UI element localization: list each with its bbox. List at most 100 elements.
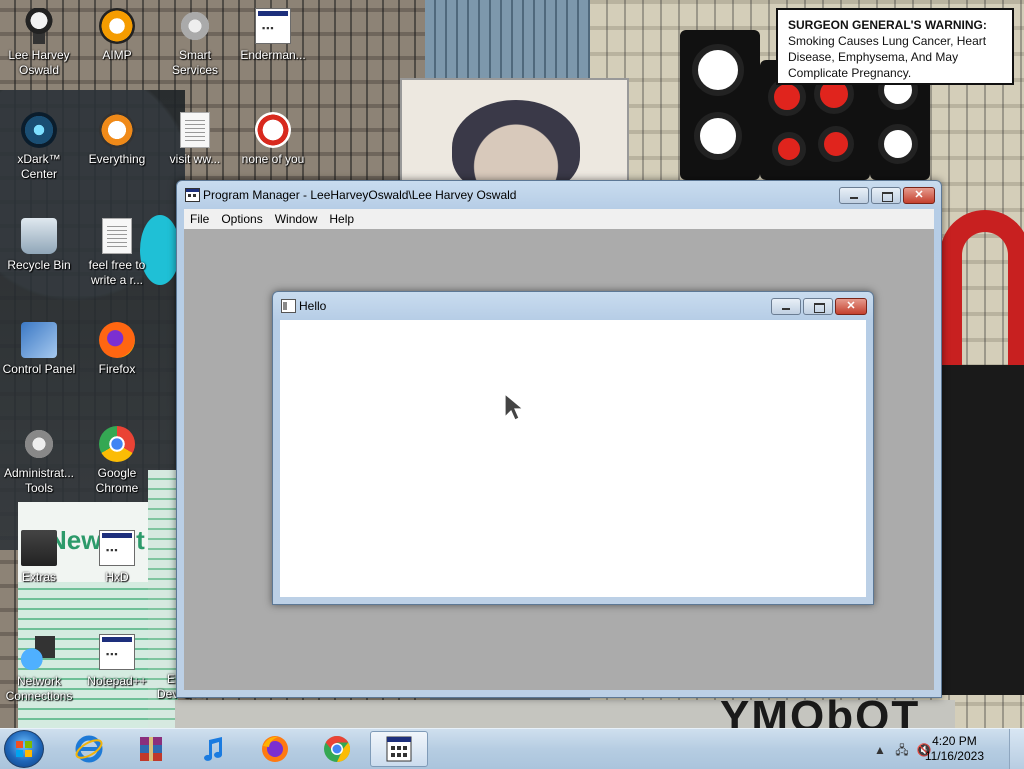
minimize-button[interactable] xyxy=(771,298,801,315)
desktop-icon-smart-services[interactable]: Smart Services xyxy=(156,8,234,78)
admin-tools-icon xyxy=(21,426,57,462)
desktop-icon-label: feel free to write a r... xyxy=(88,258,146,287)
desktop-icon-none-of-you[interactable]: none of you xyxy=(234,112,312,167)
taskbar-winrar[interactable] xyxy=(122,731,180,767)
desktop-icon-control-panel[interactable]: Control Panel xyxy=(0,322,78,377)
folder-icon xyxy=(21,530,57,566)
desktop-icon-label: HxD xyxy=(105,570,129,584)
chrome-icon xyxy=(99,426,135,462)
firefox-icon xyxy=(262,736,288,762)
wallpaper-speaker xyxy=(680,30,760,180)
minimize-button[interactable] xyxy=(839,187,869,204)
desktop-icon-label: Everything xyxy=(88,152,146,166)
start-button[interactable] xyxy=(4,730,44,768)
desktop-icon-label: Recycle Bin xyxy=(7,258,71,272)
taskbar-clock[interactable]: 4:20 PM 11/16/2023 xyxy=(925,734,984,764)
close-icon: ✕ xyxy=(914,189,924,201)
taskbar-itunes[interactable] xyxy=(184,731,242,767)
warning-text: Smoking Causes Lung Cancer, Heart Diseas… xyxy=(788,34,987,80)
firefox-icon xyxy=(99,322,135,358)
hxd-icon xyxy=(99,530,135,566)
desktop-icon-visit[interactable]: visit ww... xyxy=(156,112,234,167)
minimize-icon xyxy=(850,197,858,199)
wallpaper-red-arc xyxy=(940,210,1024,380)
desktop-icon-label: Google Chrome xyxy=(95,466,139,495)
window-icon xyxy=(281,299,296,313)
xdark-icon xyxy=(21,112,57,148)
desktop-icon-label: Network Connections xyxy=(5,674,73,703)
maximize-button[interactable] xyxy=(803,298,833,315)
desktop-icon-label: Lee Harvey Oswald xyxy=(8,48,70,77)
show-hidden-icons-icon[interactable]: ▲ xyxy=(872,742,888,758)
desktop-icon-notepadpp[interactable]: Notepad++ xyxy=(78,634,156,689)
desktop-icon-google-chrome[interactable]: Google Chrome xyxy=(78,426,156,496)
desktop-icon-aimp[interactable]: AIMP xyxy=(78,8,156,63)
show-desktop-button[interactable] xyxy=(1009,729,1024,769)
minimize-icon xyxy=(782,308,790,310)
hello-titlebar[interactable]: Hello ✕ xyxy=(273,292,873,320)
maximize-icon xyxy=(814,303,825,313)
taskbar-program-manager[interactable] xyxy=(370,731,428,767)
desktop-icon-xdark-center[interactable]: xDark™ Center xyxy=(0,112,78,182)
recycle-bin-icon xyxy=(21,218,57,254)
program-manager-icon xyxy=(386,736,412,762)
document-icon xyxy=(102,218,132,254)
desktop-icon-hxd[interactable]: HxD xyxy=(78,530,156,585)
taskbar-firefox[interactable] xyxy=(246,731,304,767)
winrar-icon xyxy=(140,737,162,761)
desktop-icon-feel-free[interactable]: feel free to write a r... xyxy=(78,218,156,288)
program-icon xyxy=(255,112,291,148)
network-tray-icon[interactable]: 🖧 xyxy=(894,742,910,758)
menu-help[interactable]: Help xyxy=(323,209,360,229)
desktop-icon-label: Control Panel xyxy=(2,362,76,376)
program-manager-menubar: File Options Window Help xyxy=(184,209,934,230)
maximize-icon xyxy=(882,192,893,202)
desktop-icon-label: AIMP xyxy=(102,48,132,62)
network-icon xyxy=(21,634,57,670)
desktop-icon-extras[interactable]: Extras xyxy=(0,530,78,585)
mouse-cursor-icon xyxy=(504,393,525,421)
menu-window[interactable]: Window xyxy=(269,209,324,229)
desktop-icon-everything[interactable]: Everything xyxy=(78,112,156,167)
everything-icon xyxy=(99,112,135,148)
program-manager-titlebar[interactable]: Program Manager - LeeHarveyOswald\Lee Ha… xyxy=(177,181,941,209)
taskbar-internet-explorer[interactable] xyxy=(60,731,118,767)
desktop-icon-administrative-tools[interactable]: Administrat... Tools xyxy=(0,426,78,496)
taskbar-chrome[interactable] xyxy=(308,731,366,767)
clock-date: 11/16/2023 xyxy=(924,749,984,763)
desktop-icon-label: Smart Services xyxy=(171,48,218,77)
desktop-icon-label: Extras xyxy=(21,570,56,584)
desktop-icon-label: Enderman... xyxy=(240,48,306,62)
close-button[interactable]: ✕ xyxy=(835,298,867,315)
close-button[interactable]: ✕ xyxy=(903,187,935,204)
program-icon xyxy=(255,8,291,44)
hello-client-area[interactable] xyxy=(280,320,866,597)
program-manager-icon xyxy=(185,188,200,202)
menu-options[interactable]: Options xyxy=(215,209,268,229)
desktop-icon-recycle-bin[interactable]: Recycle Bin xyxy=(0,218,78,273)
user-avatar-icon xyxy=(21,8,57,44)
desktop-icon-label: Administrat... Tools xyxy=(3,466,75,495)
taskbar: ▲ 🖧 🔇 4:20 PM 11/16/2023 xyxy=(0,728,1024,769)
desktop-icon-network-connections[interactable]: Network Connections xyxy=(0,634,78,704)
document-icon xyxy=(180,112,210,148)
gear-icon xyxy=(177,8,213,44)
menu-file[interactable]: File xyxy=(184,209,215,229)
hello-title: Hello xyxy=(299,299,327,313)
desktop-icon-firefox[interactable]: Firefox xyxy=(78,322,156,377)
itunes-icon xyxy=(204,737,222,761)
maximize-button[interactable] xyxy=(871,187,901,204)
hello-window[interactable]: Hello ✕ xyxy=(272,291,874,605)
internet-explorer-icon xyxy=(75,735,103,763)
wallpaper-building-center xyxy=(425,0,595,90)
wallpaper-dark-speaker xyxy=(935,365,1024,695)
close-icon: ✕ xyxy=(846,300,856,312)
notepadpp-icon xyxy=(99,634,135,670)
desktop-icon-lee-harvey-oswald[interactable]: Lee Harvey Oswald xyxy=(0,8,78,78)
chrome-icon xyxy=(324,735,351,763)
desktop-icon-label: none of you xyxy=(241,152,305,166)
desktop-icon-enderman[interactable]: Enderman... xyxy=(234,8,312,63)
clock-time: 4:20 PM xyxy=(932,734,977,748)
desktop-icon-label: Firefox xyxy=(98,362,136,376)
desktop-icon-label: xDark™ Center xyxy=(17,152,61,181)
